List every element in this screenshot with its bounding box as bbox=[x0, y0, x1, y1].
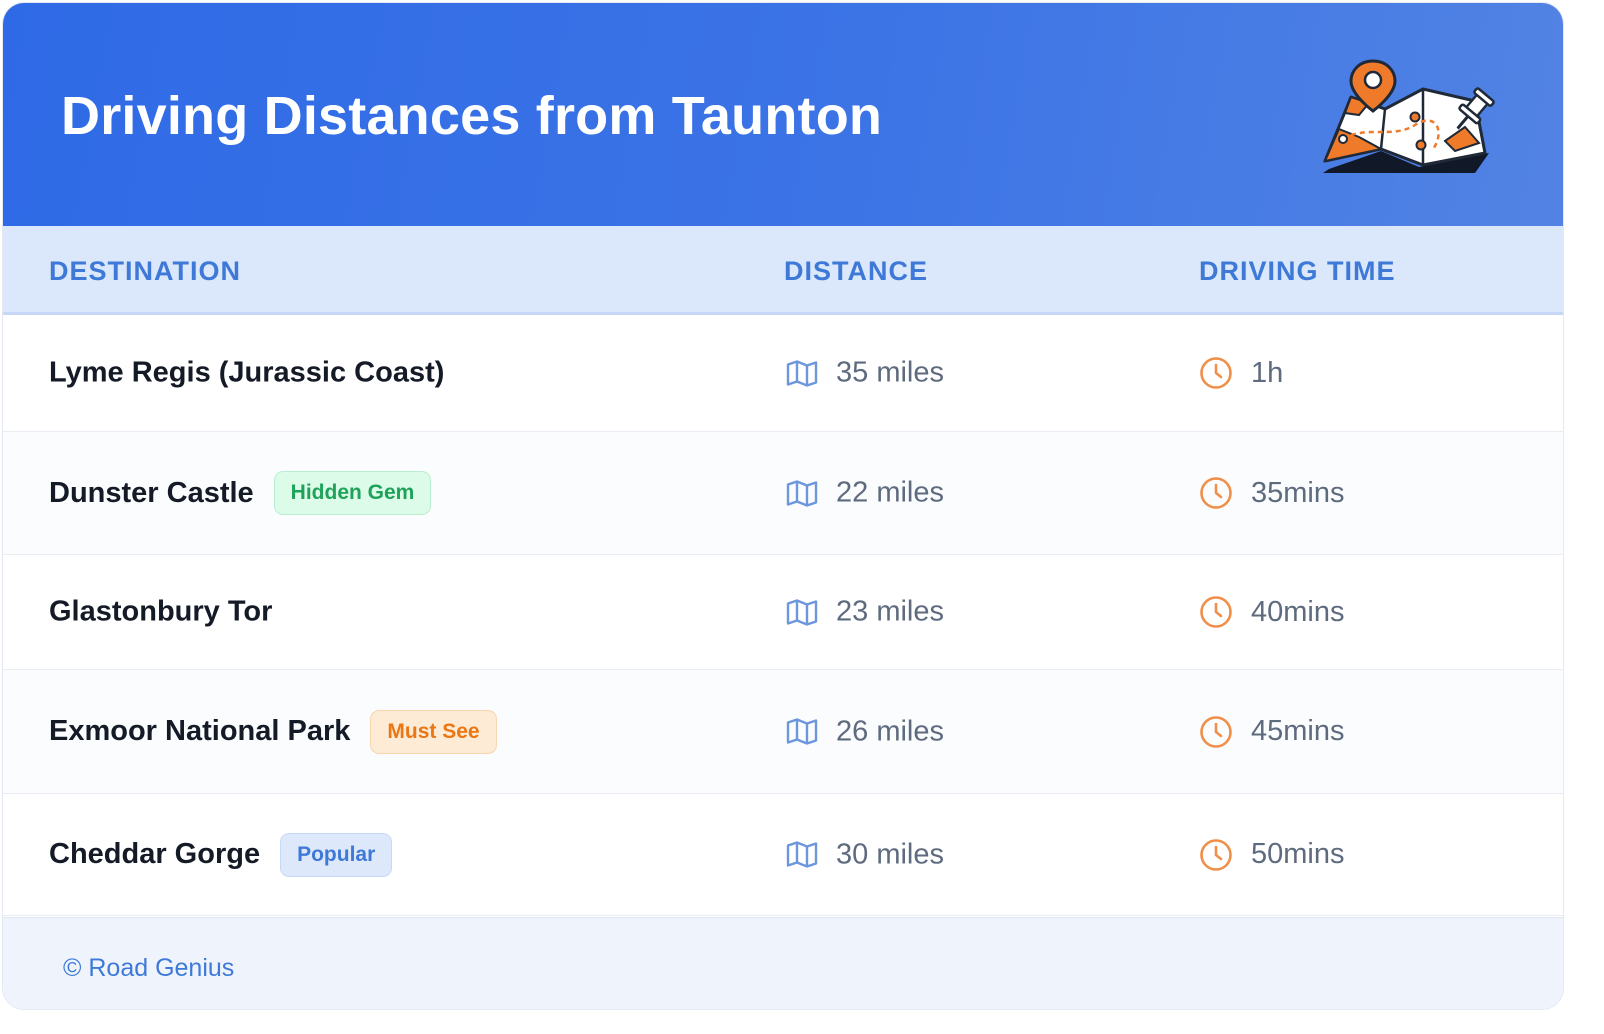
distance-cell: 26 miles bbox=[786, 715, 944, 748]
driving-time-cell: 35mins bbox=[1199, 476, 1345, 510]
table-row: Dunster Castle Hidden Gem 22 miles 35min… bbox=[3, 432, 1563, 555]
tag-badge: Hidden Gem bbox=[273, 471, 432, 515]
map-icon bbox=[786, 598, 818, 626]
destination-name: Cheddar Gorge bbox=[49, 838, 261, 870]
distance-cell: 22 miles bbox=[786, 477, 944, 510]
clock-icon bbox=[1199, 715, 1233, 749]
footer-credit: © Road Genius bbox=[63, 954, 235, 982]
destination-cell: Lyme Regis (Jurassic Coast) bbox=[49, 357, 444, 390]
driving-time-cell: 1h bbox=[1199, 356, 1283, 390]
destination-name: Glastonbury Tor bbox=[49, 595, 273, 628]
page-title: Driving Distances from Taunton bbox=[61, 86, 883, 146]
distance-cell: 35 miles bbox=[786, 357, 944, 390]
distance-card: Driving Distances from Taunton DESTINATI… bbox=[2, 2, 1564, 1010]
destination-cell: Glastonbury Tor bbox=[49, 596, 272, 629]
driving-time-value: 35mins bbox=[1251, 476, 1345, 509]
map-with-pins-icon bbox=[1323, 59, 1495, 173]
destination-name: Lyme Regis (Jurassic Coast) bbox=[49, 356, 445, 389]
driving-time-value: 1h bbox=[1251, 356, 1284, 389]
clock-icon bbox=[1199, 356, 1233, 390]
map-icon bbox=[786, 479, 818, 507]
driving-time-cell: 45mins bbox=[1199, 715, 1345, 749]
column-header-driving-time: DRIVING TIME bbox=[1199, 256, 1396, 286]
card-header: Driving Distances from Taunton bbox=[3, 3, 1563, 226]
distance-cell: 30 miles bbox=[786, 838, 944, 871]
driving-time-value: 50mins bbox=[1251, 838, 1345, 870]
driving-time-cell: 40mins bbox=[1199, 595, 1345, 629]
destination-name: Dunster Castle bbox=[49, 476, 254, 509]
column-header-distance: DISTANCE bbox=[784, 256, 929, 286]
distance-value: 22 miles bbox=[836, 476, 944, 509]
column-header-destination: DESTINATION bbox=[49, 256, 241, 286]
destination-cell: Dunster Castle Hidden Gem bbox=[49, 471, 432, 515]
destination-cell: Exmoor National Park Must See bbox=[49, 709, 497, 754]
distance-cell: 23 miles bbox=[786, 596, 944, 629]
distance-value: 23 miles bbox=[836, 595, 944, 628]
map-icon bbox=[786, 718, 818, 746]
table-row: Lyme Regis (Jurassic Coast) 35 miles 1h bbox=[3, 315, 1563, 432]
map-icon bbox=[786, 359, 818, 387]
distance-value: 35 miles bbox=[836, 356, 944, 389]
tag-badge: Popular bbox=[280, 832, 393, 877]
distance-value: 30 miles bbox=[836, 838, 944, 870]
table-header: DESTINATION DISTANCE DRIVING TIME bbox=[3, 226, 1563, 315]
clock-icon bbox=[1199, 476, 1233, 510]
card-footer: © Road Genius bbox=[3, 917, 1563, 1009]
map-icon bbox=[786, 841, 818, 869]
table-row: Cheddar Gorge Popular 30 miles 50mins bbox=[3, 794, 1563, 916]
destination-name: Exmoor National Park bbox=[49, 715, 351, 747]
tag-badge: Must See bbox=[370, 709, 497, 754]
driving-time-cell: 50mins bbox=[1199, 838, 1345, 872]
destination-cell: Cheddar Gorge Popular bbox=[49, 832, 393, 877]
distance-value: 26 miles bbox=[836, 715, 944, 747]
clock-icon bbox=[1199, 595, 1233, 629]
table-row: Exmoor National Park Must See 26 miles 4… bbox=[3, 670, 1563, 794]
driving-time-value: 45mins bbox=[1251, 715, 1345, 747]
table-row: Glastonbury Tor 23 miles 40mins bbox=[3, 555, 1563, 670]
table-body: Lyme Regis (Jurassic Coast) 35 miles 1h bbox=[3, 315, 1563, 916]
clock-icon bbox=[1199, 838, 1233, 872]
driving-time-value: 40mins bbox=[1251, 595, 1345, 628]
